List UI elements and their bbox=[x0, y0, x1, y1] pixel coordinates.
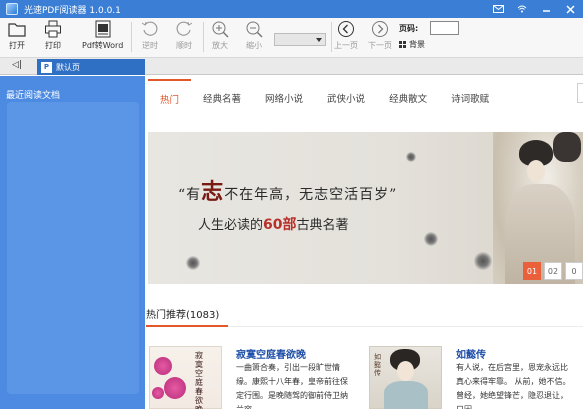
banner-page-3[interactable]: 0 bbox=[565, 262, 583, 280]
zoom-out-button[interactable]: 缩小 bbox=[245, 20, 263, 54]
folder-icon bbox=[8, 23, 26, 37]
background-grid-icon bbox=[399, 41, 406, 48]
rotate-cw-icon bbox=[176, 21, 193, 36]
book-cover[interactable]: 寂寞空庭春欲晚 bbox=[149, 346, 222, 409]
document-tabbar: ◁| P 默认页 bbox=[0, 58, 583, 75]
print-label: 打印 bbox=[45, 41, 61, 50]
banner-tagline-pre: 人生必读的 bbox=[198, 218, 264, 233]
book-description: 一曲箫合奏，引出一段旷世情缘。康熙十八年春，皇帝前往保定行围。是晚随驾的御前侍卫… bbox=[236, 363, 348, 409]
toolbar-divider bbox=[331, 22, 332, 52]
prev-page-button[interactable]: 上一页 bbox=[334, 20, 358, 54]
app-logo-icon bbox=[6, 3, 18, 15]
zoom-in-label: 放大 bbox=[212, 41, 228, 50]
mail-icon[interactable] bbox=[491, 2, 505, 16]
window-title: 光速PDF阅读器 1.0.0.1 bbox=[24, 5, 121, 16]
book-cover-title: 如懿传 bbox=[374, 353, 381, 377]
tab-web-novels[interactable]: 网络小说 bbox=[253, 79, 315, 116]
print-button[interactable]: 打印 bbox=[44, 20, 62, 54]
background-label: 背景 bbox=[409, 40, 425, 49]
page-number-input[interactable] bbox=[430, 21, 459, 35]
minimize-icon[interactable] bbox=[539, 2, 553, 16]
rotate-cw-button[interactable]: 顺时 bbox=[175, 20, 193, 54]
recent-documents-list[interactable] bbox=[7, 102, 139, 394]
collapse-sidebar-button[interactable]: ◁| bbox=[12, 60, 22, 70]
ink-dot bbox=[474, 252, 492, 270]
arrow-right-circle-icon bbox=[372, 21, 388, 37]
rotate-ccw-button[interactable]: 逆时 bbox=[141, 20, 159, 54]
banner-page-1[interactable]: 01 bbox=[523, 262, 541, 280]
tab-default-page[interactable]: P 默认页 bbox=[37, 59, 145, 75]
zoom-select[interactable] bbox=[274, 33, 326, 46]
page-number-label: 页码: bbox=[399, 24, 419, 33]
rotate-ccw-icon bbox=[141, 21, 158, 36]
printer-icon bbox=[45, 20, 61, 38]
tab-default-page-label: 默认页 bbox=[56, 62, 80, 72]
banner-page-2[interactable]: 02 bbox=[544, 262, 562, 280]
next-page-label: 下一页 bbox=[368, 41, 392, 50]
book-title[interactable]: 寂寞空庭春欲晚 bbox=[236, 346, 306, 361]
book-cover[interactable]: 如懿传 bbox=[369, 346, 442, 409]
recent-documents-title: 最近阅读文档 bbox=[6, 91, 61, 101]
open-button[interactable]: 打开 bbox=[8, 20, 26, 54]
ink-dot bbox=[186, 256, 200, 270]
search-input[interactable] bbox=[577, 83, 583, 103]
sidebar: 最近阅读文档 bbox=[0, 76, 145, 409]
tab-poetry[interactable]: 诗词歌赋 bbox=[439, 79, 501, 116]
close-icon[interactable] bbox=[563, 2, 577, 16]
book-title[interactable]: 如懿传 bbox=[456, 346, 486, 361]
banner-quote-rest: 不在年高，无志空活百岁” bbox=[224, 187, 398, 203]
open-label: 打开 bbox=[9, 41, 25, 50]
rotate-cw-label: 顺时 bbox=[176, 41, 192, 50]
banner-quote: “有志不在年高，无志空活百岁” bbox=[178, 174, 397, 206]
book-cover-title: 寂寞空庭春欲晚 bbox=[195, 351, 203, 409]
next-page-button[interactable]: 下一页 bbox=[368, 20, 392, 54]
pdf-to-word-icon bbox=[95, 20, 111, 38]
toolbar-divider bbox=[203, 22, 204, 52]
wifi-icon[interactable] bbox=[515, 2, 529, 16]
window-controls bbox=[491, 2, 577, 16]
prev-page-label: 上一页 bbox=[334, 41, 358, 50]
arrow-left-circle-icon bbox=[338, 21, 354, 37]
banner-pager: 01 02 0 bbox=[523, 262, 583, 280]
banner-quote-open: “有 bbox=[178, 187, 202, 203]
tab-hot[interactable]: 热门 bbox=[148, 79, 192, 116]
section-underline bbox=[146, 325, 228, 327]
zoom-out-label: 缩小 bbox=[246, 41, 262, 50]
hot-recommend-title: 热门推荐(1083) bbox=[146, 310, 220, 321]
zoom-in-button[interactable]: 放大 bbox=[211, 20, 229, 54]
tab-classics[interactable]: 经典名著 bbox=[191, 79, 253, 116]
banner-tagline: 人生必读的60部古典名著 bbox=[198, 214, 349, 234]
title-bar: 光速PDF阅读器 1.0.0.1 bbox=[0, 0, 583, 18]
ink-dot bbox=[424, 232, 438, 246]
pdf-to-word-label: Pdf转Word bbox=[82, 41, 124, 50]
ink-dot bbox=[406, 152, 416, 162]
chevron-down-icon bbox=[316, 38, 322, 42]
tab-classic-prose[interactable]: 经典散文 bbox=[377, 79, 439, 116]
toolbar: 打开 打印 Pdf转Word 逆时 顺时 放大 缩小 上一页 下一页 页码: 背… bbox=[0, 18, 583, 58]
toolbar-divider bbox=[131, 22, 132, 52]
background-button[interactable]: 背景 bbox=[399, 39, 425, 50]
banner-tagline-post: 古典名著 bbox=[296, 218, 349, 233]
category-tabs: 热门 经典名著 网络小说 武侠小说 经典散文 诗词歌赋 bbox=[145, 79, 583, 116]
book-description: 有人说，在后宫里，恩宠永远比真心来得牢靠。 从前，她不信。 曾经，她绝望锋芒，隐… bbox=[456, 363, 571, 409]
rotate-ccw-label: 逆时 bbox=[142, 41, 158, 50]
home-content: 热门 经典名著 网络小说 武侠小说 经典散文 诗词歌赋 “有志不在年高，无志空活… bbox=[145, 76, 583, 409]
banner-quote-big: 志 bbox=[201, 179, 225, 205]
banner-tagline-number: 60部 bbox=[263, 217, 297, 233]
tab-wuxia[interactable]: 武侠小说 bbox=[315, 79, 377, 116]
zoom-in-icon bbox=[212, 21, 229, 38]
pdf-to-word-button[interactable]: Pdf转Word bbox=[82, 20, 123, 54]
promo-banner[interactable]: “有志不在年高，无志空活百岁” 人生必读的60部古典名著 bbox=[148, 132, 583, 284]
pdf-icon: P bbox=[41, 61, 52, 73]
zoom-out-icon bbox=[246, 21, 263, 38]
